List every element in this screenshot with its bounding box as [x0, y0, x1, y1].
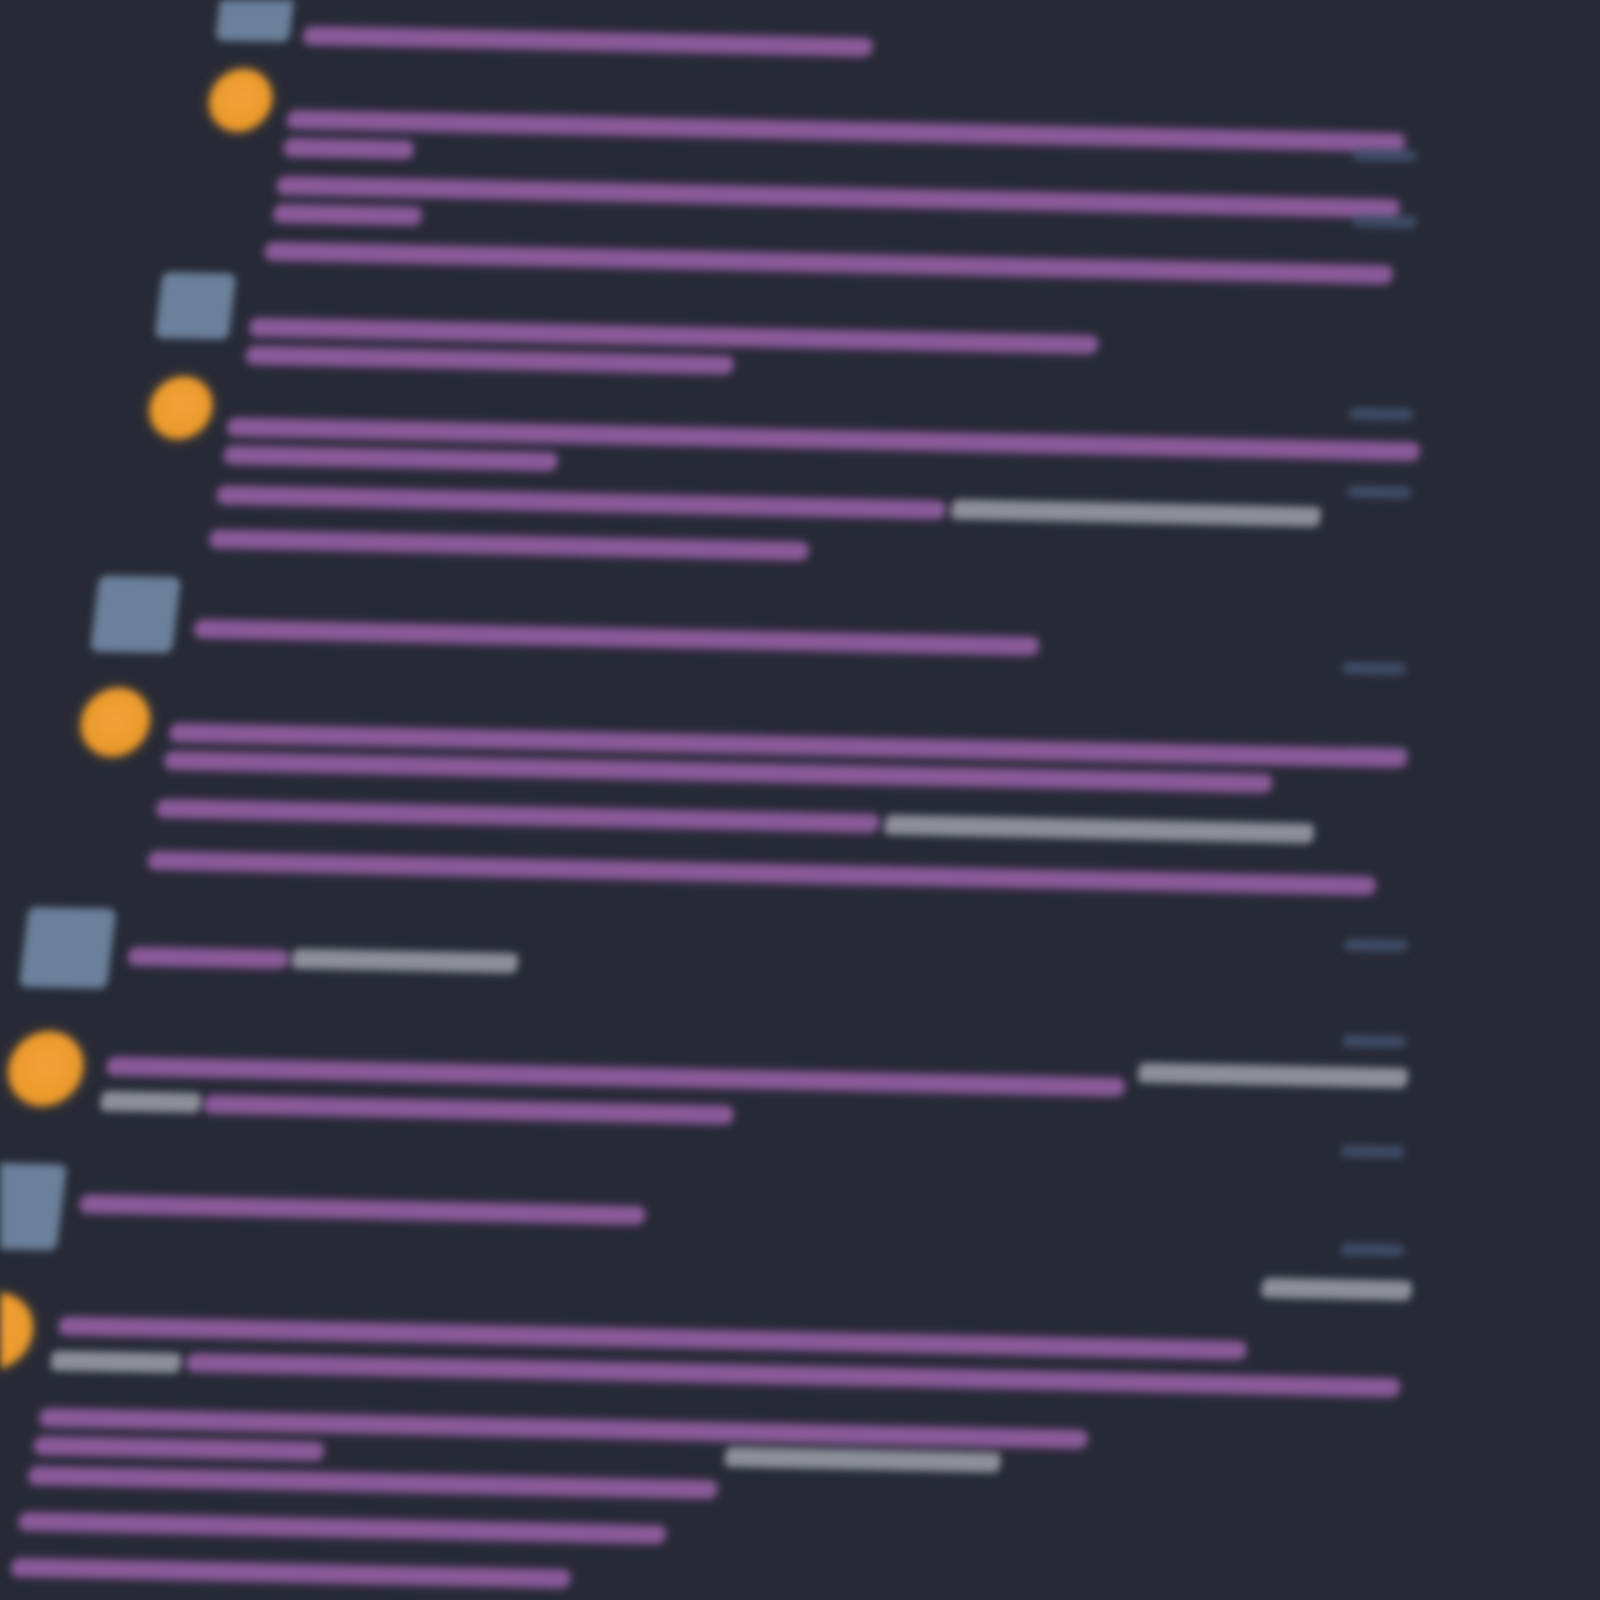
timestamp — [1352, 148, 1418, 163]
message-text-line — [223, 445, 559, 471]
message-text-line — [276, 176, 1401, 218]
user-avatar-icon — [18, 906, 117, 989]
message-text-line — [106, 1056, 1126, 1097]
inline-code — [883, 814, 1315, 844]
user-avatar-icon — [0, 1162, 68, 1251]
inline-code — [1137, 1062, 1409, 1089]
claude-avatar-icon — [205, 68, 276, 132]
inline-code — [723, 1446, 1002, 1473]
inline-code — [1260, 1277, 1413, 1301]
sender-name: ​ — [61, 1274, 66, 1305]
chat-transcript: ​ ​ ​ — [0, 0, 1600, 1600]
inline-code — [950, 499, 1322, 527]
claude-avatar-icon — [0, 1292, 38, 1371]
sender-name: ​ — [111, 1017, 116, 1048]
user-avatar-icon — [154, 272, 237, 340]
claude-avatar-icon — [146, 376, 216, 440]
timestamp — [1346, 485, 1413, 499]
timestamp — [1339, 1145, 1406, 1159]
message-text-line — [185, 1353, 1401, 1397]
message-text-line — [216, 485, 947, 520]
message-text-line — [193, 619, 1040, 656]
message-text-line — [264, 242, 1394, 284]
message-text-line — [10, 1558, 572, 1589]
message-text-line — [272, 204, 423, 226]
chat-scroll-area[interactable]: ​ ​ ​ — [0, 0, 1596, 1600]
inline-code — [99, 1090, 202, 1114]
timestamp — [1352, 214, 1418, 229]
user-avatar-icon — [89, 575, 182, 654]
sender-name: ​ — [250, 278, 254, 309]
message-text-line — [79, 1194, 646, 1225]
message-text-line — [58, 1316, 1248, 1360]
message-text-line — [302, 26, 874, 57]
message-text-line — [127, 947, 290, 969]
message-text-line — [27, 1466, 719, 1499]
message-text-line — [286, 110, 1406, 152]
message-text-line — [147, 851, 1377, 896]
timestamp — [1341, 661, 1407, 676]
message-text-line — [18, 1512, 667, 1544]
sender-name: ​ — [174, 681, 179, 712]
timestamp — [1348, 407, 1414, 421]
timestamp — [1343, 938, 1409, 952]
timestamp — [1341, 1034, 1407, 1049]
sender-name: ​ — [195, 579, 199, 610]
message-text-line — [33, 1436, 325, 1461]
message-text-line — [208, 529, 810, 561]
claude-avatar-icon — [77, 687, 154, 757]
inline-code — [291, 948, 519, 974]
sender-name: ​ — [84, 1152, 89, 1183]
claude-avatar-icon — [4, 1030, 88, 1107]
message-text-line — [245, 346, 735, 375]
sender-name: ​ — [234, 375, 238, 406]
message-text-line — [282, 138, 415, 160]
message-text-line — [203, 1095, 735, 1125]
sender-name: ​ — [133, 905, 137, 936]
message-text-line — [155, 799, 880, 833]
inline-code — [49, 1350, 182, 1374]
sender-name: ​ — [291, 70, 296, 101]
timestamp — [1339, 1243, 1406, 1257]
user-avatar-icon — [215, 0, 297, 43]
